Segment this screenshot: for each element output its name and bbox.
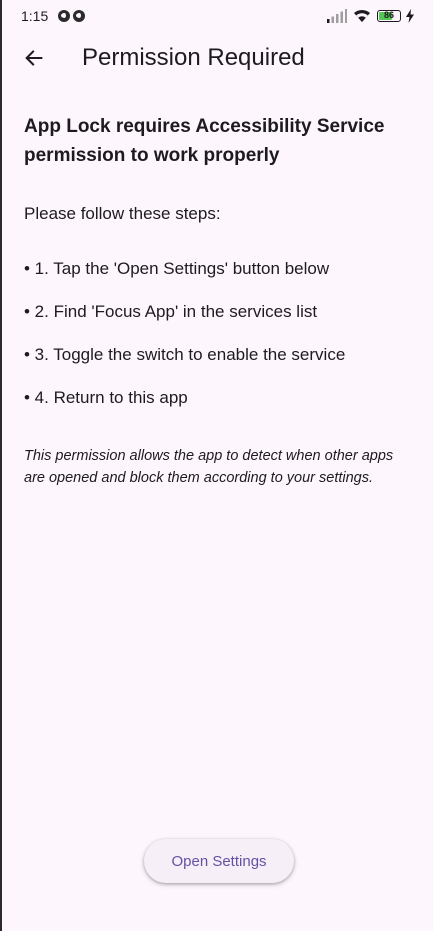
back-button[interactable]	[12, 36, 56, 80]
step-item: • 3. Toggle the switch to enable the ser…	[24, 345, 346, 364]
instructions-intro: Please follow these steps:	[24, 204, 221, 223]
steps-list: • 1. Tap the 'Open Settings' button belo…	[24, 257, 411, 410]
status-bar: 1:15 86	[2, 0, 433, 34]
app-bar: Permission Required	[2, 34, 433, 86]
permission-content: App Lock requires Accessibility Service …	[24, 112, 411, 489]
notification-app-icon	[58, 10, 70, 22]
step-item: • 2. Find 'Focus App' in the services li…	[24, 302, 318, 321]
status-icons: 86	[327, 8, 417, 24]
charging-bolt-icon	[406, 9, 414, 23]
step-item: • 4. Return to this app	[24, 388, 188, 407]
notification-app-icon	[73, 10, 85, 22]
battery-level: 86	[383, 10, 394, 20]
arrow-left-icon	[25, 50, 43, 66]
open-settings-button[interactable]: Open Settings	[144, 839, 294, 883]
permission-headline: App Lock requires Accessibility Service …	[24, 116, 385, 166]
battery-icon: 86	[377, 10, 401, 22]
permission-note: This permission allows the app to detect…	[24, 448, 394, 486]
signal-icon	[327, 9, 347, 23]
status-time: 1:15	[21, 8, 49, 24]
page-title: Permission Required	[82, 44, 305, 71]
step-item: • 1. Tap the 'Open Settings' button belo…	[24, 259, 330, 278]
wifi-icon	[354, 9, 370, 22]
app-screen: 1:15 86 Permission Required App Lock req…	[0, 0, 433, 931]
